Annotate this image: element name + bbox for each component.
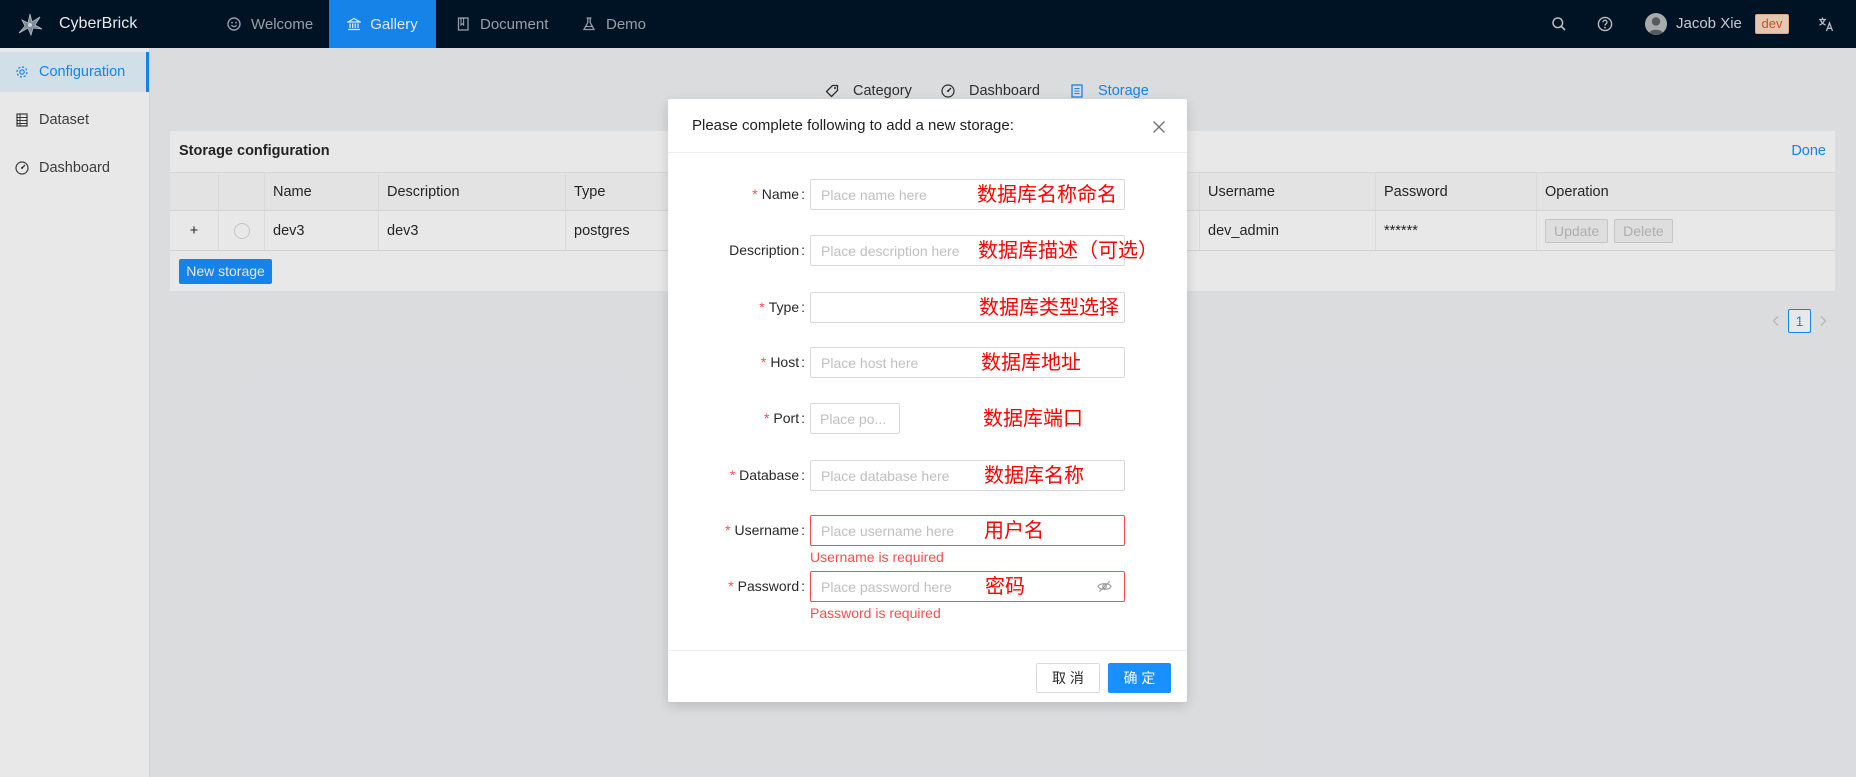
database-input[interactable] (810, 460, 1125, 491)
new-storage-modal: Please complete following to add a new s… (668, 99, 1187, 702)
description-input[interactable] (810, 235, 1125, 266)
username-input[interactable] (810, 515, 1125, 546)
type-select[interactable] (810, 292, 1125, 323)
form-row-description: Description: 数据库描述（可选） (668, 235, 1187, 266)
password-field (810, 571, 1125, 602)
password-error-message: Password is required (810, 605, 941, 621)
field-label-text: Port (773, 410, 800, 426)
field-label-text: Type (768, 299, 800, 315)
field-label-database: * Database: (668, 460, 805, 491)
field-label-host: * Host: (668, 347, 805, 378)
form-row-host: *Host: 数据库地址 (668, 347, 1187, 378)
label-colon: : (801, 522, 805, 538)
form-row-username: *Username: 用户名 (668, 515, 1187, 546)
field-label-type: * Type: (668, 292, 805, 323)
name-input[interactable] (810, 179, 1125, 210)
field-label-text: Host (770, 354, 800, 370)
required-mark: * (725, 522, 731, 538)
label-colon: : (801, 354, 805, 370)
label-colon: : (801, 186, 805, 202)
label-colon: : (801, 578, 805, 594)
modal-title: Please complete following to add a new s… (692, 117, 1014, 134)
required-mark: * (759, 299, 765, 315)
label-colon: : (801, 242, 805, 258)
field-label-port: * Port: (668, 403, 805, 434)
cancel-button[interactable]: 取 消 (1036, 663, 1100, 693)
form-row-database: *Database: 数据库名称 (668, 460, 1187, 491)
form-row-name: *Name: 数据库名称命名 (668, 179, 1187, 210)
port-input[interactable] (810, 403, 900, 434)
eye-invisible-icon[interactable] (1097, 579, 1112, 594)
modal-header: Please complete following to add a new s… (668, 99, 1187, 153)
field-label-text: Name (761, 186, 800, 202)
field-label-username: * Username: (668, 515, 805, 546)
label-colon: : (801, 410, 805, 426)
annotation-port: 数据库端口 (983, 407, 1083, 430)
field-label-password: * Password: (668, 571, 805, 602)
ok-button[interactable]: 确 定 (1108, 663, 1171, 693)
required-mark: * (728, 578, 734, 594)
field-label-text: Database (739, 467, 800, 483)
label-colon: : (801, 299, 805, 315)
username-error-message: Username is required (810, 549, 944, 565)
form-row-password: * Password: 密码 (668, 571, 1187, 602)
form-row-port: *Port: 数据库端口 (668, 403, 1187, 434)
field-label-text: Password (737, 578, 800, 594)
host-input[interactable] (810, 347, 1125, 378)
required-mark: * (763, 410, 770, 426)
required-mark: * (760, 354, 767, 370)
form-row-type: * Type: 数据库类型选择 (668, 292, 1187, 323)
password-input[interactable] (810, 571, 1125, 602)
label-colon: : (801, 467, 805, 483)
close-icon[interactable] (1152, 120, 1166, 134)
required-mark: * (752, 186, 758, 202)
field-label-text: Username (734, 522, 800, 538)
modal-footer: 取 消 确 定 (668, 650, 1187, 702)
required-mark: * (729, 467, 736, 483)
field-label-name: * Name: (668, 179, 805, 210)
field-label-text: Description (729, 242, 800, 258)
field-label-description: Description: (668, 235, 805, 266)
